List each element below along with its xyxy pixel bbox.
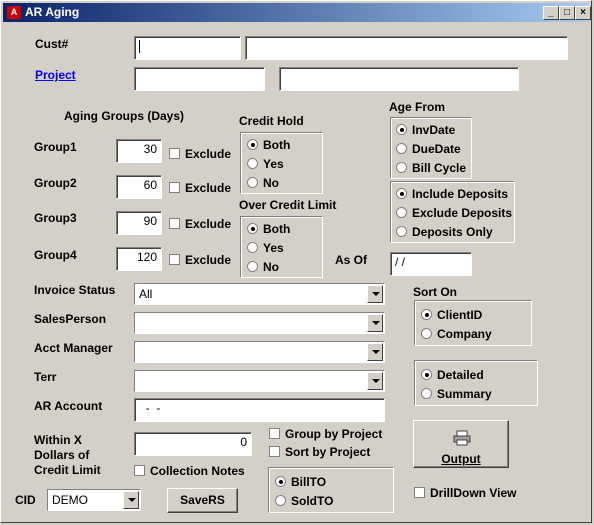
credit-hold-both-radio[interactable]: Both [247, 138, 290, 152]
salesperson-label: SalesPerson [34, 312, 107, 326]
salesperson-select[interactable] [134, 312, 385, 334]
chevron-down-icon[interactable] [367, 285, 383, 303]
age-from-billcycle-radio[interactable]: Bill Cycle [396, 161, 466, 175]
group2-days-input[interactable]: 60 [116, 175, 162, 199]
chevron-down-icon[interactable] [367, 314, 383, 332]
over-credit-yes-radio[interactable]: Yes [247, 241, 284, 255]
cid-label: CID [15, 493, 36, 507]
invoice-status-select[interactable]: All [134, 283, 385, 305]
include-deposits-radio[interactable]: Include Deposits [396, 187, 508, 201]
age-from-heading: Age From [389, 100, 446, 114]
acct-manager-label: Acct Manager [34, 341, 113, 355]
maximize-button[interactable]: □ [559, 6, 575, 20]
project-id-input[interactable] [134, 67, 265, 91]
sort-on-heading: Sort On [413, 285, 457, 299]
as-of-label: As Of [335, 253, 368, 267]
group1-label: Group1 [34, 140, 77, 154]
within-credit-limit-input[interactable]: 0 [134, 432, 252, 456]
within-line1: Within X [34, 433, 82, 447]
exclude-deposits-radio[interactable]: Exclude Deposits [396, 206, 512, 220]
summary-radio[interactable]: Summary [421, 387, 492, 401]
as-of-date-input[interactable]: / / [390, 252, 472, 276]
credit-hold-heading: Credit Hold [239, 114, 304, 128]
cust-name-input[interactable] [245, 36, 568, 60]
cust-number-input[interactable] [134, 36, 241, 60]
aging-groups-heading: Aging Groups (Days) [64, 109, 185, 123]
sort-company-radio[interactable]: Company [421, 327, 492, 341]
window-title: AR Aging [25, 5, 80, 19]
acct-manager-select[interactable] [134, 341, 385, 363]
terr-label: Terr [34, 370, 57, 384]
within-line3: Credit Limit [34, 463, 101, 477]
age-from-duedate-radio[interactable]: DueDate [396, 142, 461, 156]
within-line2: Dollars of [34, 448, 90, 462]
sort-on-group: ClientID Company [414, 300, 532, 346]
billto-radio[interactable]: BillTO [275, 475, 326, 489]
over-credit-no-radio[interactable]: No [247, 260, 279, 274]
cust-label: Cust# [35, 37, 69, 51]
ar-aging-window: A AR Aging _ □ × Cust# Project Aging Gro… [0, 0, 592, 523]
chevron-down-icon[interactable] [367, 343, 383, 361]
group4-exclude-checkbox[interactable]: Exclude [169, 253, 231, 267]
credit-hold-yes-radio[interactable]: Yes [247, 157, 284, 171]
detail-summary-group: Detailed Summary [414, 360, 538, 406]
printer-icon [453, 430, 471, 446]
sort-by-project-checkbox[interactable]: Sort by Project [269, 445, 370, 459]
ar-account-input[interactable]: - - [134, 398, 385, 422]
credit-hold-group: Both Yes No [240, 132, 323, 194]
over-credit-heading: Over Credit Limit [239, 198, 337, 212]
cid-select[interactable]: DEMO [47, 489, 141, 511]
text-caret [139, 40, 140, 54]
age-from-invdate-radio[interactable]: InvDate [396, 123, 455, 137]
group1-days-input[interactable]: 30 [116, 139, 162, 163]
save-rs-button[interactable]: SaveRS [167, 488, 238, 513]
over-credit-both-radio[interactable]: Both [247, 222, 290, 236]
deposits-group: Include Deposits Exclude Deposits Deposi… [390, 181, 515, 243]
over-credit-group: Both Yes No [240, 216, 323, 278]
chevron-down-icon[interactable] [367, 372, 383, 390]
territory-select[interactable] [134, 370, 385, 392]
group4-label: Group4 [34, 248, 77, 262]
output-button[interactable]: Output [413, 420, 509, 468]
group2-label: Group2 [34, 176, 77, 190]
project-name-input[interactable] [279, 67, 519, 91]
group3-exclude-checkbox[interactable]: Exclude [169, 217, 231, 231]
group3-label: Group3 [34, 211, 77, 225]
group2-exclude-checkbox[interactable]: Exclude [169, 181, 231, 195]
collection-notes-checkbox[interactable]: Collection Notes [134, 464, 245, 478]
group4-days-input[interactable]: 120 [116, 247, 162, 271]
drilldown-view-checkbox[interactable]: DrillDown View [414, 486, 516, 500]
ar-account-label: AR Account [34, 399, 103, 413]
title-bar: A AR Aging _ □ × [3, 3, 591, 22]
output-label: Output [441, 452, 481, 466]
credit-hold-no-radio[interactable]: No [247, 176, 279, 190]
minimize-button[interactable]: _ [543, 6, 559, 20]
project-link[interactable]: Project [35, 68, 76, 82]
app-icon: A [7, 6, 21, 19]
deposits-only-radio[interactable]: Deposits Only [396, 225, 493, 239]
group-by-project-checkbox[interactable]: Group by Project [269, 427, 382, 441]
sort-clientid-radio[interactable]: ClientID [421, 308, 482, 322]
close-button[interactable]: × [575, 6, 591, 20]
group3-days-input[interactable]: 90 [116, 211, 162, 235]
chevron-down-icon[interactable] [123, 491, 139, 509]
group1-exclude-checkbox[interactable]: Exclude [169, 147, 231, 161]
invoice-status-label: Invoice Status [34, 283, 116, 297]
bill-sold-group: BillTO SoldTO [268, 467, 394, 513]
detailed-radio[interactable]: Detailed [421, 368, 484, 382]
soldto-radio[interactable]: SoldTO [275, 494, 333, 508]
age-from-group: InvDate DueDate Bill Cycle [390, 117, 472, 179]
